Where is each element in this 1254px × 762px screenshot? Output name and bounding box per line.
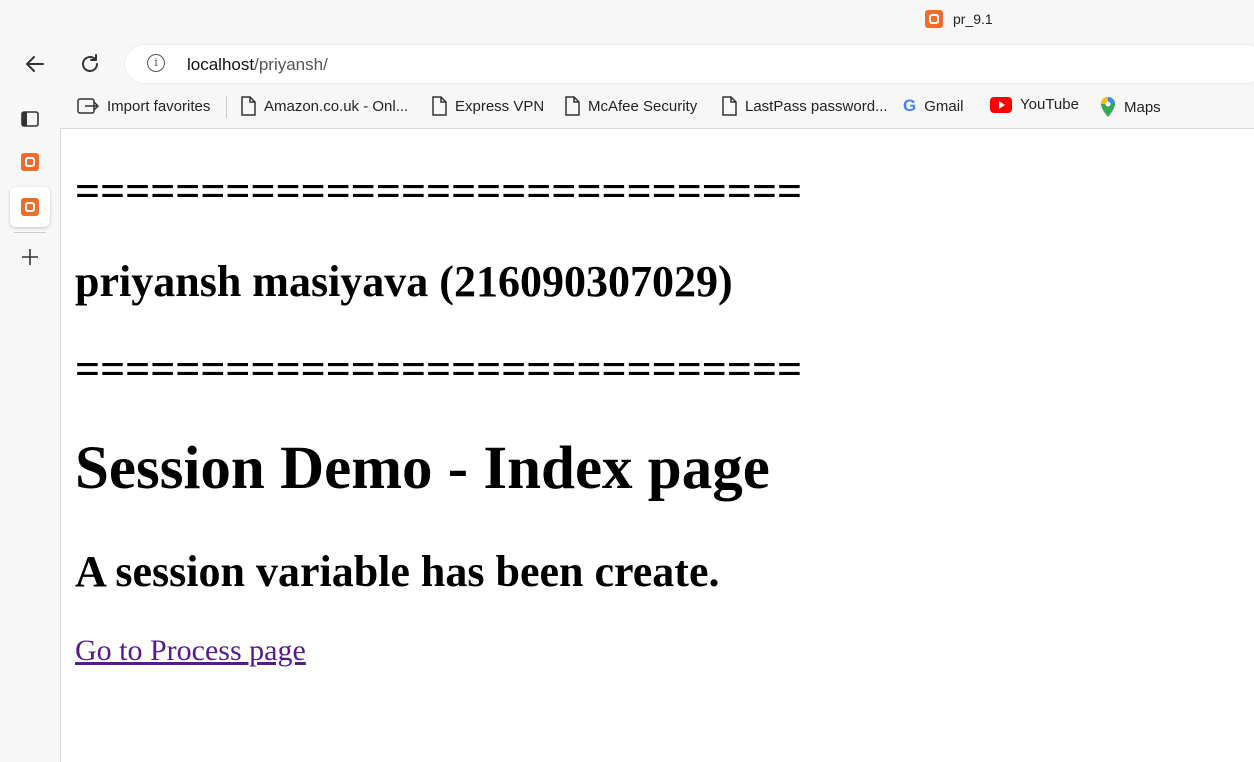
xampp-icon (925, 10, 943, 28)
youtube-icon (990, 96, 1012, 113)
import-icon (77, 98, 99, 114)
tab-actions-button[interactable] (10, 99, 50, 139)
site-info-icon[interactable]: i (147, 54, 165, 72)
navigation-bar: i localhost/priyansh/ (0, 42, 1254, 86)
bookmark-amazon[interactable]: Amazon.co.uk - Onl... (240, 96, 408, 116)
page-icon (722, 96, 737, 116)
arrow-left-icon (26, 56, 44, 72)
active-tab[interactable]: pr_9.1 (925, 10, 993, 28)
google-icon: G (903, 96, 917, 115)
bookmark-youtube[interactable]: YouTube (990, 96, 1079, 113)
page-icon (432, 96, 447, 116)
vertical-tabs-sidebar (0, 86, 61, 762)
bookmark-label: McAfee Security (588, 97, 698, 115)
bookmark-label: YouTube (1020, 96, 1079, 113)
url-host: localhost (187, 55, 255, 74)
bookmark-lastpass[interactable]: LastPass password... (721, 96, 888, 116)
sidebar-tab-1[interactable] (10, 142, 50, 182)
process-page-link[interactable]: Go to Process page (75, 634, 306, 668)
back-button[interactable] (21, 50, 49, 78)
refresh-button[interactable] (76, 50, 104, 78)
divider-top: ============================= (75, 167, 803, 216)
page-icon (565, 96, 580, 116)
divider-bottom: ============================= (75, 345, 803, 394)
xampp-icon (21, 153, 39, 171)
bookmark-label: Express VPN (455, 97, 545, 115)
page-icon (241, 96, 256, 116)
url-path: /priyansh/ (254, 55, 328, 74)
new-tab-button[interactable] (10, 237, 50, 277)
title-bar: pr_9.1 (0, 0, 1254, 42)
bookmark-label: Amazon.co.uk - Onl... (264, 97, 409, 115)
bookmark-maps[interactable]: Maps (1100, 96, 1161, 118)
session-message: A session variable has been create. (75, 547, 720, 596)
tab-title: pr_9.1 (953, 11, 993, 27)
favorites-bar: Import favorites Amazon.co.uk - Onl... E… (60, 86, 1254, 129)
bookmark-label: LastPass password... (745, 97, 888, 115)
bookmark-label: Maps (1124, 98, 1161, 116)
page-heading: Session Demo - Index page (75, 435, 770, 502)
address-bar[interactable]: i localhost/priyansh/ (125, 45, 1254, 83)
refresh-icon (82, 54, 98, 72)
page-content: ============================= priyansh m… (61, 129, 1254, 762)
tab-actions-icon (21, 111, 39, 127)
author-heading: priyansh masiyava (216090307029) (75, 257, 733, 306)
bookmark-gmail[interactable]: G Gmail (903, 96, 963, 116)
add-icon (22, 249, 38, 265)
bookmark-express-vpn[interactable]: Express VPN (431, 96, 544, 116)
xampp-icon (21, 198, 39, 216)
maps-icon (1101, 97, 1115, 117)
bookmark-label: Import favorites (107, 97, 211, 115)
url-text[interactable]: localhost/priyansh/ (187, 55, 328, 75)
bookmark-label: Gmail (924, 97, 964, 115)
sidebar-tab-2[interactable] (10, 187, 50, 227)
bookmark-separator (226, 96, 227, 118)
bookmark-import-favorites[interactable]: Import favorites (77, 96, 210, 116)
bookmark-mcafee[interactable]: McAfee Security (564, 96, 697, 116)
sidebar-divider (14, 232, 46, 233)
